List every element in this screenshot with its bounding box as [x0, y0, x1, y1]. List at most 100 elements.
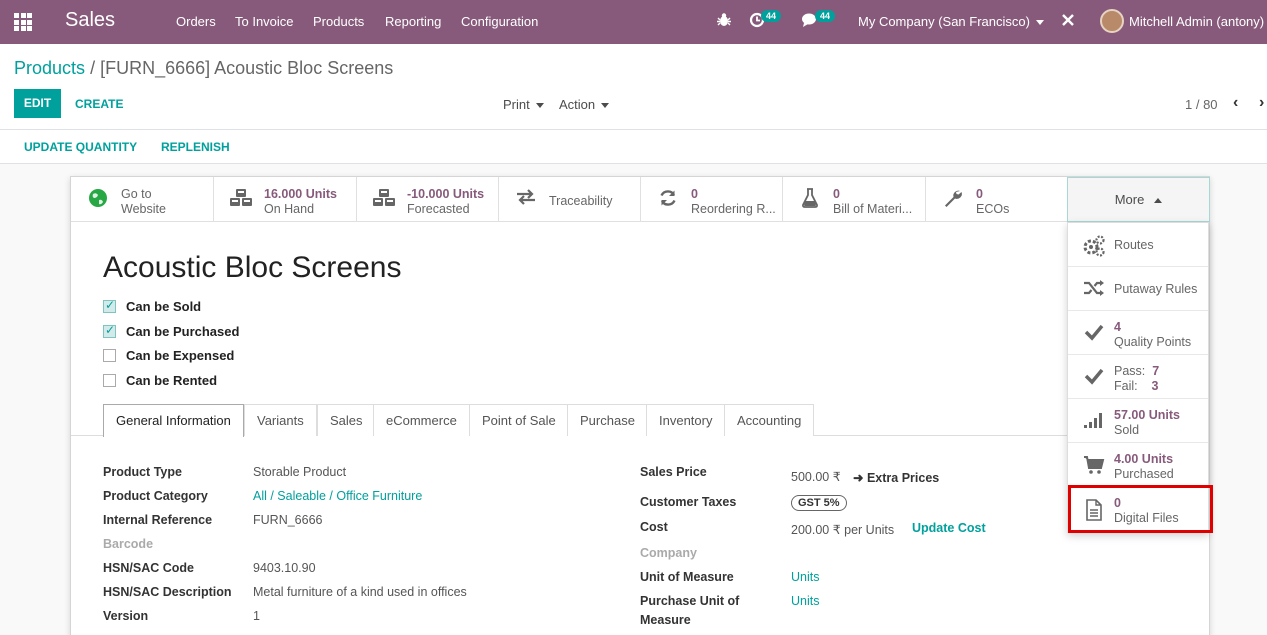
- more-item-putaway-rules[interactable]: Putaway Rules: [1068, 267, 1208, 311]
- avatar[interactable]: [1100, 9, 1124, 33]
- customer-taxes-label: Customer Taxes: [640, 495, 737, 509]
- internal-reference-label: Internal Reference: [103, 513, 213, 527]
- product-name[interactable]: Acoustic Bloc Screens: [103, 251, 401, 285]
- sales-price-value[interactable]: 500.00 ₹: [791, 469, 841, 484]
- tab-purchase[interactable]: Purchase: [567, 404, 648, 436]
- cogs-icon: [1082, 235, 1106, 257]
- refresh-icon: [655, 188, 681, 210]
- cost-label: Cost: [640, 520, 668, 534]
- cubes-icon: [371, 188, 397, 210]
- cubes-icon: [228, 188, 254, 210]
- print-label: Print: [503, 97, 530, 112]
- purchased-label: Purchased: [1114, 467, 1174, 481]
- tab-ecommerce[interactable]: eCommerce: [373, 404, 470, 436]
- quality-points-count: 4: [1114, 320, 1121, 334]
- tax-tag[interactable]: GST 5%: [791, 495, 847, 511]
- smart-button-ecos[interactable]: 0 ECOs: [926, 177, 1067, 221]
- version-label: Version: [103, 609, 149, 623]
- unit-of-measure-label: Unit of Measure: [640, 570, 734, 584]
- unit-of-measure-link[interactable]: Units: [791, 570, 819, 584]
- tab-point-of-sale[interactable]: Point of Sale: [469, 404, 569, 436]
- purchase-uom-label-1: Purchase Unit of: [640, 594, 740, 608]
- hsn-code-value[interactable]: 9403.10.90: [253, 561, 316, 575]
- menu-configuration[interactable]: Configuration: [461, 14, 538, 29]
- menu-reporting[interactable]: Reporting: [385, 14, 441, 29]
- more-item-quality-checks[interactable]: Pass: 7 Fail: 3: [1068, 355, 1208, 399]
- can-be-sold-checkbox[interactable]: [103, 298, 116, 313]
- pager-value[interactable]: 1 / 80: [1185, 97, 1218, 112]
- purchased-value: 4.00 Units: [1114, 452, 1174, 466]
- menu-products[interactable]: Products: [313, 14, 364, 29]
- internal-reference-value[interactable]: FURN_6666: [253, 513, 322, 527]
- app-name[interactable]: Sales: [65, 9, 115, 32]
- action-dropdown[interactable]: Action: [559, 97, 610, 112]
- pager-next-icon[interactable]: ›: [1259, 94, 1264, 112]
- version-value[interactable]: 1: [253, 609, 260, 623]
- wrench-icon: [940, 188, 966, 210]
- chevron-down-icon: [601, 103, 610, 109]
- can-be-sold-label: Can be Sold: [126, 299, 202, 314]
- bom-count: 0: [833, 187, 840, 201]
- fail-label: Fail:: [1114, 379, 1138, 393]
- hsn-description-value[interactable]: Metal furniture of a kind used in office…: [253, 585, 467, 599]
- ecos-count: 0: [976, 187, 983, 201]
- fail-value: 3: [1151, 379, 1159, 393]
- smart-button-on-hand[interactable]: 16.000 Units On Hand: [214, 177, 357, 221]
- form-sheet: Go to Website 16.000 Units On Hand -10.0…: [70, 176, 1210, 635]
- print-dropdown[interactable]: Print: [503, 97, 544, 112]
- can-be-purchased-checkbox[interactable]: [103, 323, 116, 338]
- form-header: UPDATE QUANTITY REPLENISH: [0, 130, 1267, 164]
- more-item-purchased[interactable]: 4.00 Units Purchased: [1068, 443, 1208, 487]
- more-item-routes[interactable]: Routes: [1068, 223, 1208, 267]
- smart-button-bill-of-materials[interactable]: 0 Bill of Materi...: [783, 177, 926, 221]
- tools-cross-icon[interactable]: [1061, 13, 1075, 31]
- digital-files-highlight-box: [1068, 485, 1213, 533]
- bug-icon[interactable]: [717, 12, 731, 32]
- exchange-arrows-icon: [513, 188, 539, 210]
- update-cost-button[interactable]: Update Cost: [912, 521, 986, 535]
- extra-prices-button[interactable]: ➜ Extra Prices: [853, 470, 939, 485]
- apps-menu-icon[interactable]: [14, 13, 32, 31]
- more-button[interactable]: More: [1067, 177, 1210, 222]
- user-menu[interactable]: Mitchell Admin (antony): [1129, 14, 1264, 29]
- edit-button[interactable]: EDIT: [14, 89, 61, 118]
- can-be-expensed-label: Can be Expensed: [126, 348, 235, 363]
- breadcrumb-current: [FURN_6666] Acoustic Bloc Screens: [100, 58, 394, 78]
- breadcrumb-products-link[interactable]: Products: [14, 58, 85, 78]
- smart-button-forecasted[interactable]: -10.000 Units Forecasted: [357, 177, 499, 221]
- cost-value[interactable]: 200.00 ₹ per Units: [791, 522, 894, 537]
- messages-count-badge: 44: [815, 10, 836, 22]
- pager-previous-icon[interactable]: ‹: [1233, 94, 1238, 112]
- sold-value: 57.00 Units: [1114, 408, 1181, 422]
- can-be-expensed-checkbox[interactable]: [103, 349, 116, 362]
- menu-orders[interactable]: Orders: [176, 14, 216, 29]
- purchase-uom-link[interactable]: Units: [791, 594, 819, 608]
- more-item-sold[interactable]: 57.00 Units Sold: [1068, 399, 1208, 443]
- product-type-value[interactable]: Storable Product: [253, 465, 346, 479]
- smart-button-reordering-rules[interactable]: 0 Reordering R...: [641, 177, 783, 221]
- forecasted-value: -10.000 Units: [407, 187, 485, 201]
- tab-sales[interactable]: Sales: [317, 404, 376, 436]
- tab-variants[interactable]: Variants: [244, 404, 317, 436]
- more-item-quality-points[interactable]: 4 Quality Points: [1068, 311, 1208, 355]
- action-label: Action: [559, 97, 596, 112]
- can-be-purchased-label: Can be Purchased: [126, 324, 240, 339]
- tab-general-information[interactable]: General Information: [103, 404, 244, 437]
- update-quantity-button[interactable]: UPDATE QUANTITY: [24, 140, 137, 154]
- shuffle-icon: [1082, 279, 1106, 301]
- product-category-link[interactable]: All / Saleable / Office Furniture: [253, 489, 422, 503]
- smart-button-website[interactable]: Go to Website: [71, 177, 214, 221]
- tab-inventory[interactable]: Inventory: [646, 404, 726, 436]
- breadcrumb-separator: /: [90, 58, 96, 78]
- hsn-description-label: HSN/SAC Description: [103, 585, 232, 599]
- company-switcher[interactable]: My Company (San Francisco): [858, 14, 1044, 29]
- website-line1: Go to: [121, 187, 152, 201]
- tab-accounting[interactable]: Accounting: [724, 404, 815, 436]
- can-be-rented-checkbox[interactable]: [103, 374, 116, 387]
- smart-button-traceability[interactable]: Traceability: [499, 177, 641, 221]
- top-navbar: Sales Orders To Invoice Products Reporti…: [0, 0, 1267, 44]
- on-hand-value: 16.000 Units: [264, 187, 337, 201]
- menu-to-invoice[interactable]: To Invoice: [235, 14, 294, 29]
- replenish-button[interactable]: REPLENISH: [161, 140, 230, 154]
- create-button[interactable]: CREATE: [75, 97, 123, 111]
